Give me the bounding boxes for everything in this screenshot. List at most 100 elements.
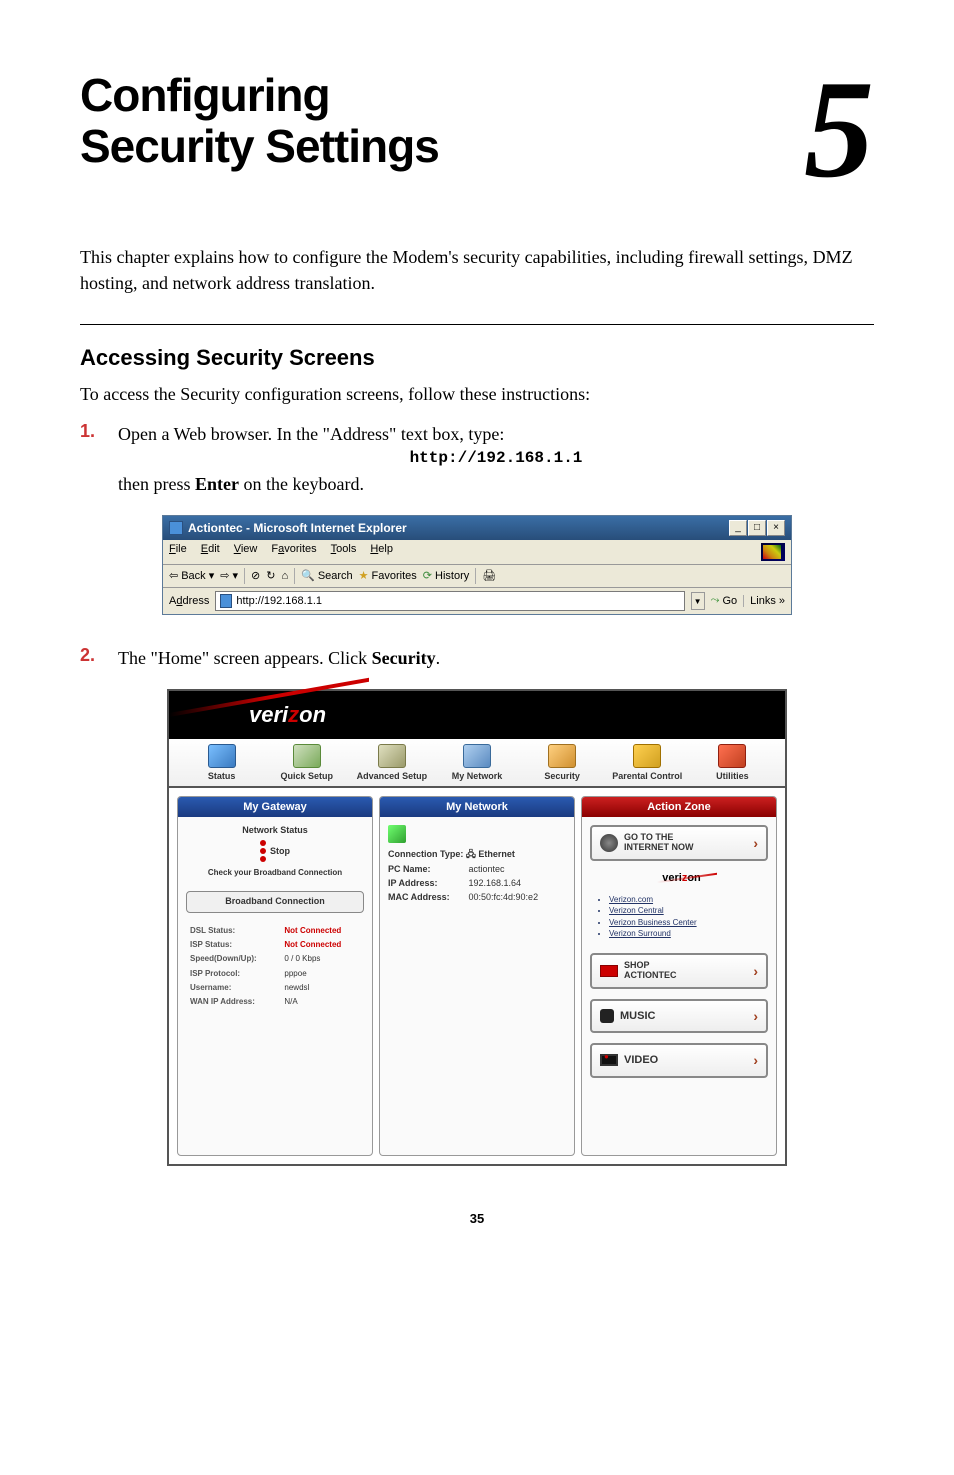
gateway-status-table: DSL Status:Not Connected ISP Status:Not … — [186, 923, 364, 1011]
isp-status-label: ISP Status: — [188, 939, 280, 951]
links-button[interactable]: Links » — [743, 595, 785, 607]
dsl-status-value: Not Connected — [282, 925, 362, 937]
menu-help[interactable]: Help — [370, 543, 393, 561]
isp-status-value: Not Connected — [282, 939, 362, 951]
menu-file[interactable]: File — [169, 543, 187, 561]
link-verizon-surround[interactable]: Verizon Surround — [598, 929, 768, 939]
security-icon — [548, 744, 576, 768]
chapter-title: Configuring Security Settings — [80, 70, 439, 171]
mac-label: MAC Address: — [388, 892, 466, 904]
my-network-header: My Network — [380, 797, 574, 817]
pcname-value: actiontec — [469, 864, 505, 874]
shop-actiontec-button[interactable]: SHOPACTIONTEC › — [590, 953, 768, 989]
print-icon[interactable]: 🖨 — [482, 569, 496, 582]
nav-status[interactable]: Status — [179, 744, 264, 781]
protocol-value: pppoe — [282, 968, 362, 980]
shop-icon — [600, 965, 618, 977]
menu-tools[interactable]: Tools — [331, 543, 357, 561]
ie-menubar: File Edit View Favorites Tools Help — [163, 540, 791, 564]
status-icon — [208, 744, 236, 768]
address-value: http://192.168.1.1 — [236, 595, 322, 607]
stop-icon[interactable]: ⊘ — [251, 569, 260, 582]
nav-utilities[interactable]: Utilities — [690, 744, 775, 781]
wanip-value: N/A — [282, 996, 362, 1008]
utilities-icon — [718, 744, 746, 768]
broadband-connection-button[interactable]: Broadband Connection — [186, 891, 364, 913]
page-icon — [220, 594, 232, 608]
chevron-right-icon: › — [753, 962, 758, 980]
menu-view[interactable]: View — [234, 543, 258, 561]
favorites-button[interactable]: ★Favorites — [359, 569, 417, 582]
section-divider — [80, 324, 874, 325]
globe-icon — [600, 834, 618, 852]
my-network-icon — [463, 744, 491, 768]
close-button[interactable]: × — [767, 520, 785, 536]
verizon-small-logo: verizon — [590, 871, 768, 885]
go-to-internet-button[interactable]: GO TO THEINTERNET NOW › — [590, 825, 768, 861]
speed-value: 0 / 0 Kbps — [282, 953, 362, 965]
step-1: 1. Open a Web browser. In the "Address" … — [80, 421, 874, 496]
dsl-status-label: DSL Status: — [188, 925, 280, 937]
title-line1: Configuring — [80, 69, 330, 121]
link-verizon-business[interactable]: Verizon Business Center — [598, 918, 768, 928]
minimize-button[interactable]: _ — [729, 520, 747, 536]
pcname-label: PC Name: — [388, 864, 466, 876]
step2-text-a: The "Home" screen appears. Click — [118, 648, 372, 668]
panels-row: My Gateway Network Status Stop Check you… — [169, 788, 785, 1164]
username-value: newdsl — [282, 982, 362, 994]
nav-row: Status Quick Setup Advanced Setup My Net… — [169, 739, 785, 788]
history-button[interactable]: ⟳History — [423, 569, 469, 582]
nav-parental-control[interactable]: Parental Control — [605, 744, 690, 781]
step-body: Open a Web browser. In the "Address" tex… — [118, 421, 874, 496]
address-dropdown[interactable]: ▼ — [691, 592, 705, 610]
ie-toolbar: ⇦Back ▾ ⇨ ▾ ⊘ ↻ ⌂ 🔍Search ★Favorites ⟳Hi… — [163, 564, 791, 588]
my-network-panel: My Network Connection Type: 🖧 Ethernet P… — [379, 796, 575, 1156]
maximize-button[interactable]: □ — [748, 520, 766, 536]
home-icon[interactable]: ⌂ — [281, 570, 288, 582]
my-gateway-header: My Gateway — [178, 797, 372, 817]
ie-browser-screenshot: Actiontec - Microsoft Internet Explorer … — [162, 515, 792, 615]
ie-app-icon — [169, 521, 183, 535]
ie-titlebar: Actiontec - Microsoft Internet Explorer … — [163, 516, 791, 540]
step-2: 2. The "Home" screen appears. Click Secu… — [80, 645, 874, 671]
page-number: 35 — [80, 1211, 874, 1226]
forward-button[interactable]: ⇨ ▾ — [220, 569, 238, 582]
link-verizon-central[interactable]: Verizon Central — [598, 906, 768, 916]
ie-addressbar: Address http://192.168.1.1 ▼ ⤳Go Links » — [163, 588, 791, 614]
home-screenshot: verizon Status Quick Setup Advanced Setu… — [167, 689, 787, 1166]
step-number: 1. — [80, 421, 118, 496]
ip-value: 192.168.1.64 — [469, 878, 522, 888]
step1-text-after-a: then press — [118, 474, 195, 494]
my-gateway-panel: My Gateway Network Status Stop Check you… — [177, 796, 373, 1156]
refresh-icon[interactable]: ↻ — [266, 569, 275, 582]
music-button[interactable]: MUSIC › — [590, 999, 768, 1033]
nav-my-network[interactable]: My Network — [434, 744, 519, 781]
address-input[interactable]: http://192.168.1.1 — [215, 591, 684, 611]
action-zone-header: Action Zone — [582, 797, 776, 817]
video-button[interactable]: VIDEO › — [590, 1043, 768, 1077]
chevron-right-icon: › — [753, 1051, 758, 1069]
protocol-label: ISP Protocol: — [188, 968, 280, 980]
advanced-setup-icon — [378, 744, 406, 768]
quick-setup-icon — [293, 744, 321, 768]
search-button[interactable]: 🔍Search — [301, 569, 353, 582]
go-button[interactable]: ⤳Go — [711, 594, 738, 607]
step-body: The "Home" screen appears. Click Securit… — [118, 645, 874, 671]
network-status-title: Network Status — [186, 825, 364, 837]
username-label: Username: — [188, 982, 280, 994]
enter-key: Enter — [195, 474, 239, 494]
ie-window-title: Actiontec - Microsoft Internet Explorer — [188, 521, 407, 535]
chevron-right-icon: › — [753, 1007, 758, 1025]
ethernet-icon: 🖧 — [466, 849, 476, 859]
nav-security[interactable]: Security — [520, 744, 605, 781]
nav-quick-setup[interactable]: Quick Setup — [264, 744, 349, 781]
address-label: Address — [169, 595, 209, 607]
nav-advanced-setup[interactable]: Advanced Setup — [349, 744, 434, 781]
menu-favorites[interactable]: Favorites — [271, 543, 316, 561]
back-button[interactable]: ⇦Back ▾ — [169, 569, 214, 582]
mac-value: 00:50:fc:4d:90:e2 — [469, 892, 539, 902]
link-verizon-com[interactable]: Verizon.com — [598, 895, 768, 905]
chapter-number: 5 — [804, 70, 874, 189]
menu-edit[interactable]: Edit — [201, 543, 220, 561]
title-line2: Security Settings — [80, 120, 439, 172]
